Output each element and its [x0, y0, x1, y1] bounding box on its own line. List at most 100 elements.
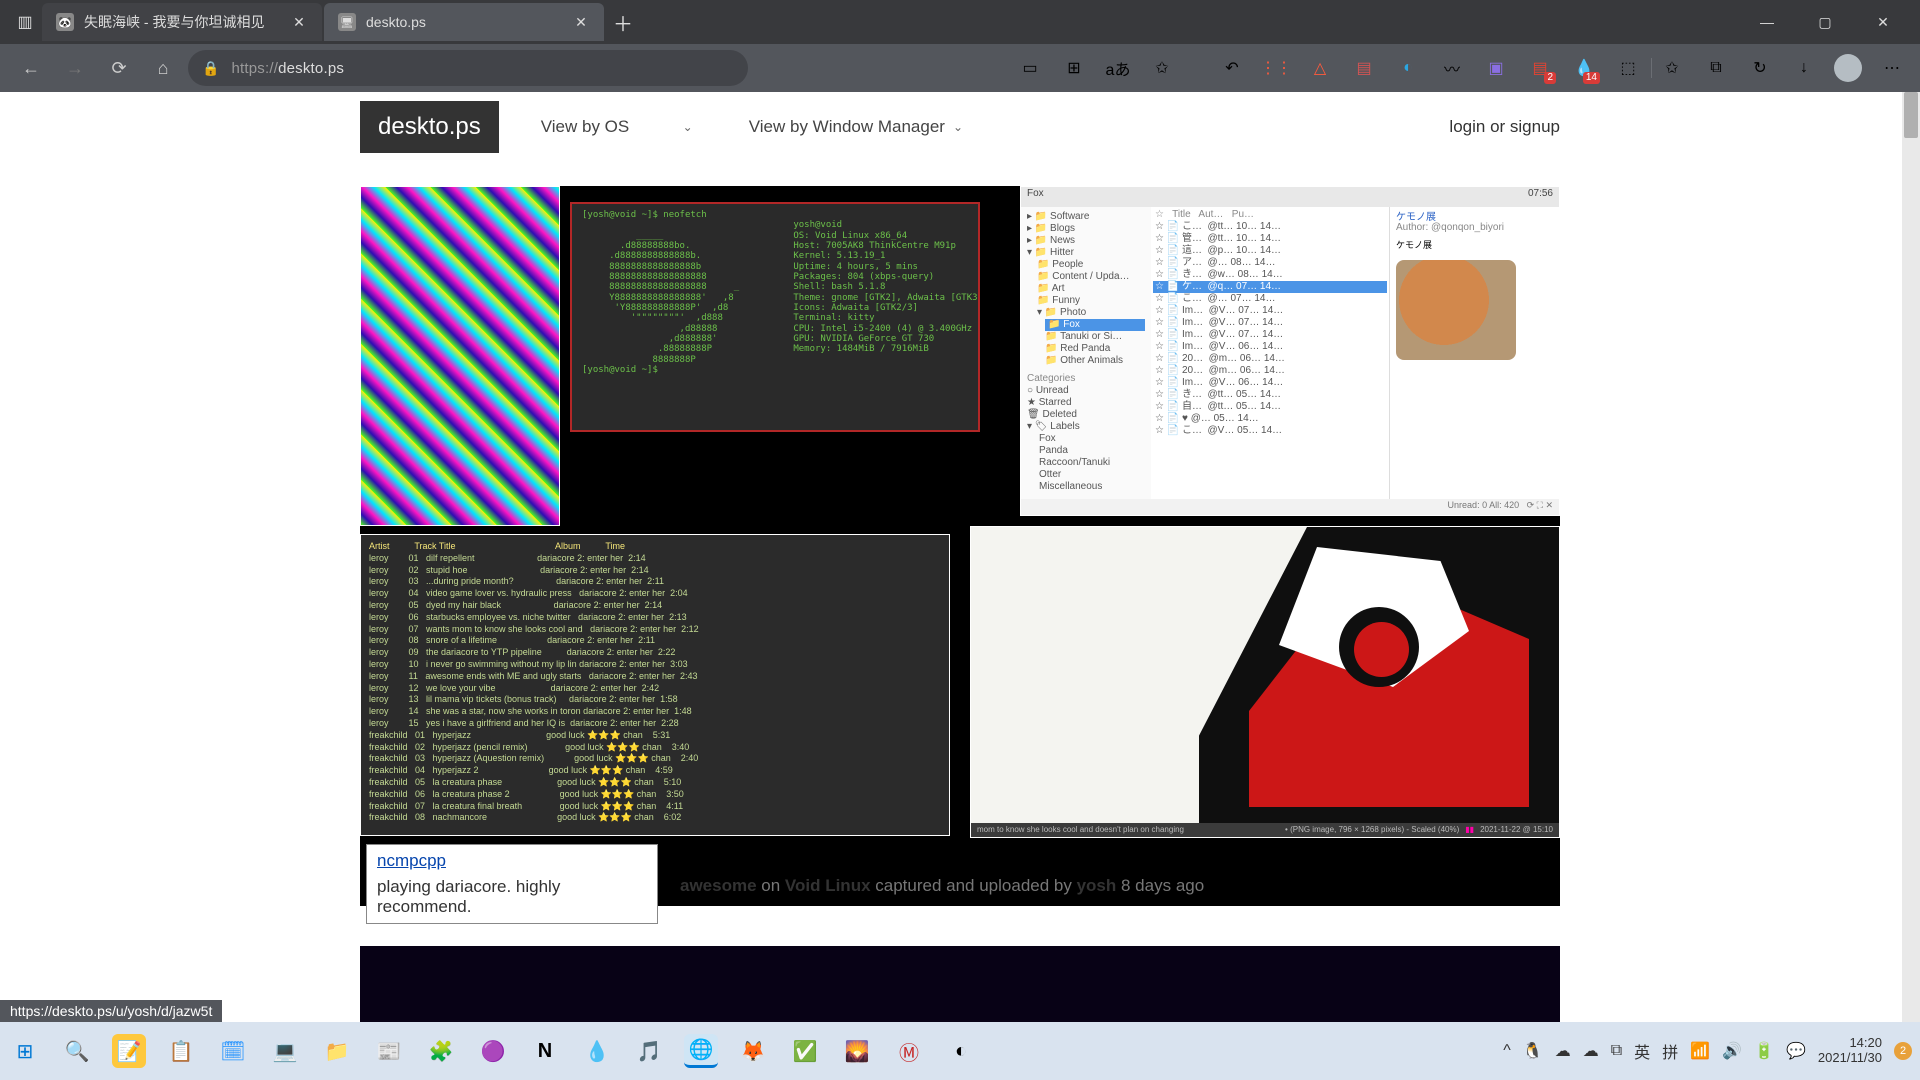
cloud-sync-icon[interactable]: ◐	[1392, 52, 1424, 84]
taskbar-app[interactable]: ✅	[788, 1034, 822, 1068]
more-menu-icon[interactable]: ⋯	[1876, 52, 1908, 84]
drop-icon[interactable]: 💧14	[1568, 52, 1600, 84]
screen-split-icon[interactable]: ▭	[1014, 52, 1046, 84]
chat-icon[interactable]: 💬	[1786, 1041, 1806, 1061]
browser-toolbar: ← → ⟳ ⌂ 🔒 https://deskto.ps ▭ ⊞ aあ ✩ ↶ ⋮…	[0, 44, 1920, 92]
tab-title: 失眠海峡 - 我要与你坦诚相见	[84, 12, 280, 32]
new-tab-button[interactable]: ＋	[606, 5, 640, 39]
login-link[interactable]: login or signup	[1449, 117, 1560, 137]
thumb-ncmpcpp[interactable]: Artist Track Title Album Time leroy 01 d…	[360, 534, 950, 836]
taskbar-app[interactable]: 🗓	[216, 1034, 250, 1068]
taskbar-app[interactable]: Ⓜ	[892, 1034, 926, 1068]
taskbar-app[interactable]: 🧩	[424, 1034, 458, 1068]
close-icon[interactable]: ✕	[572, 13, 590, 31]
taskbar-app[interactable]: 📋	[164, 1034, 198, 1068]
taskbar-app-active[interactable]: 🌐	[684, 1034, 718, 1068]
volume-icon[interactable]: 🔊	[1722, 1041, 1742, 1061]
favicon-icon: 🐼	[56, 13, 74, 31]
taskbar-app[interactable]: 💧	[580, 1034, 614, 1068]
downloads-icon[interactable]: ↓	[1788, 52, 1820, 84]
favicon-icon: 🖥	[338, 13, 356, 31]
separator	[1190, 52, 1204, 84]
rss-tree[interactable]: ▸ 📁 Software ▸ 📁 Blogs ▸ 📁 News ▾ 📁 Hitt…	[1021, 207, 1151, 499]
rss-titlebar: Fox07:56	[1021, 187, 1559, 207]
taskbar-app[interactable]: N	[528, 1034, 562, 1068]
close-icon[interactable]: ✕	[290, 13, 308, 31]
collections-icon[interactable]: ⧉	[1700, 52, 1732, 84]
back-button[interactable]: ←	[12, 49, 50, 87]
thumb-tooltip: ncmpcpp playing dariacore. highly recomm…	[366, 844, 658, 924]
thumb-glitch[interactable]	[360, 186, 560, 526]
taskbar-app[interactable]: 💻	[268, 1034, 302, 1068]
rss-preview: ケモノ展 Author: @qonqon_biyori ケモノ展	[1389, 207, 1559, 499]
taskbar-app[interactable]: 📁	[320, 1034, 354, 1068]
windows-taskbar: ⊞ 🔍 📝 📋 🗓 💻 📁 📰 🧩 🟣 N 💧 🎵 🌐 🦊 ✅ 🌄 Ⓜ ◐ ^ …	[0, 1022, 1920, 1080]
apps-grid-icon[interactable]: ⊞	[1058, 52, 1090, 84]
tray-icon[interactable]: 🐧	[1523, 1041, 1543, 1061]
tab-active[interactable]: 🖥 deskto.ps ✕	[324, 3, 604, 41]
taskbar-app[interactable]: ◐	[944, 1034, 978, 1068]
favorite-star-icon[interactable]: ✩	[1146, 52, 1178, 84]
readlist-icon[interactable]: ▤	[1348, 52, 1380, 84]
next-post-peek[interactable]	[360, 946, 1560, 1022]
thumb-wallpaper[interactable]: mom to know she looks cool and doesn't p…	[970, 526, 1560, 838]
tray-icon[interactable]: ⧉	[1611, 1042, 1622, 1060]
translate-icon[interactable]: aあ	[1102, 52, 1134, 84]
notification-badge[interactable]: 2	[1894, 1042, 1912, 1060]
reload-button[interactable]: ⟳	[100, 49, 138, 87]
maximize-icon[interactable]: ▢	[1808, 5, 1842, 39]
tray-icon[interactable]: ☁	[1583, 1041, 1599, 1061]
puzzle-ext-icon[interactable]: ⬚	[1612, 52, 1644, 84]
favorite-outline-icon[interactable]: ✩	[1656, 52, 1688, 84]
taskbar-app[interactable]: 🌄	[840, 1034, 874, 1068]
thumb-neofetch[interactable]: [yosh@void ~]$ neofetch yosh@void _____ …	[570, 202, 980, 432]
profile-avatar[interactable]	[1832, 52, 1864, 84]
taskbar-app[interactable]: 🎵	[632, 1034, 666, 1068]
tray-overflow-icon[interactable]: ^	[1503, 1042, 1511, 1060]
tooltip-body: playing dariacore. highly recommend.	[377, 877, 647, 917]
thumb-rss-reader[interactable]: Fox07:56 ▸ 📁 Software ▸ 📁 Blogs ▸ 📁 News…	[1020, 186, 1560, 516]
ncmpcpp-header: Artist Track Title Album Time	[369, 541, 625, 551]
search-button[interactable]: 🔍	[60, 1034, 94, 1068]
battery-icon[interactable]: 🔋	[1754, 1041, 1774, 1061]
taskbar-app[interactable]: 🟣	[476, 1034, 510, 1068]
rss-statusbar: Unread: 0 All: 420 ⟳ ⛶ ✕	[1021, 499, 1559, 512]
ime-mode-icon[interactable]: 拼	[1662, 1039, 1678, 1063]
history-icon[interactable]: ↻	[1744, 52, 1776, 84]
clipboard-icon[interactable]: ▣	[1480, 52, 1512, 84]
system-tray[interactable]: ^ 🐧 ☁ ☁ ⧉ 英 拼 📶 🔊 🔋 💬 14:202021/11/30 2	[1503, 1036, 1912, 1066]
tab-actions-icon[interactable]: ▥	[8, 5, 42, 39]
site-logo[interactable]: deskto.ps	[360, 101, 499, 153]
taskbar-app[interactable]: 📰	[372, 1034, 406, 1068]
apps-color-icon[interactable]: ⋮⋮	[1260, 52, 1292, 84]
wifi-icon[interactable]: 📶	[1690, 1041, 1710, 1061]
window-close-icon[interactable]: ✕	[1866, 5, 1900, 39]
vertical-scrollbar[interactable]	[1902, 92, 1920, 1022]
rss-list[interactable]: ☆ Title Aut… Pu… ☆ 📄 こ… @tt… 10… 14… ☆ 📄…	[1151, 207, 1389, 499]
neofetch-text: [yosh@void ~]$ neofetch yosh@void _____ …	[572, 204, 978, 382]
minimize-icon[interactable]: —	[1750, 5, 1784, 39]
start-button[interactable]: ⊞	[8, 1034, 42, 1068]
fox-image	[1396, 260, 1516, 360]
tooltip-title: ncmpcpp	[377, 851, 647, 871]
tab-inactive[interactable]: 🐼 失眠海峡 - 我要与你坦诚相见 ✕	[42, 3, 322, 41]
ime-lang-icon[interactable]: 英	[1634, 1039, 1650, 1063]
wm-statusbar: mom to know she looks cool and doesn't p…	[971, 823, 1559, 837]
view-by-os-menu[interactable]: View by OS⌄	[527, 109, 707, 145]
clock[interactable]: 14:202021/11/30	[1818, 1036, 1882, 1066]
tray-icon[interactable]: ☁	[1555, 1041, 1571, 1061]
wave-icon[interactable]: 〰	[1436, 52, 1468, 84]
reply-icon[interactable]: ↶	[1216, 52, 1248, 84]
desktop-post[interactable]: [yosh@void ~]$ neofetch yosh@void _____ …	[360, 186, 1560, 906]
flame-icon[interactable]: △	[1304, 52, 1336, 84]
url-text: https://deskto.ps	[231, 60, 734, 77]
todoist-icon[interactable]: ▤2	[1524, 52, 1556, 84]
taskbar-app[interactable]: 🦊	[736, 1034, 770, 1068]
address-bar[interactable]: 🔒 https://deskto.ps	[188, 50, 748, 86]
forward-button: →	[56, 49, 94, 87]
post-caption: awesome on Void Linux captured and uploa…	[680, 876, 1204, 896]
taskbar-app[interactable]: 📝	[112, 1034, 146, 1068]
hover-link-status: https://deskto.ps/u/yosh/d/jazw5t	[0, 1000, 222, 1022]
view-by-wm-menu[interactable]: View by Window Manager⌄	[735, 109, 977, 145]
home-button[interactable]: ⌂	[144, 49, 182, 87]
